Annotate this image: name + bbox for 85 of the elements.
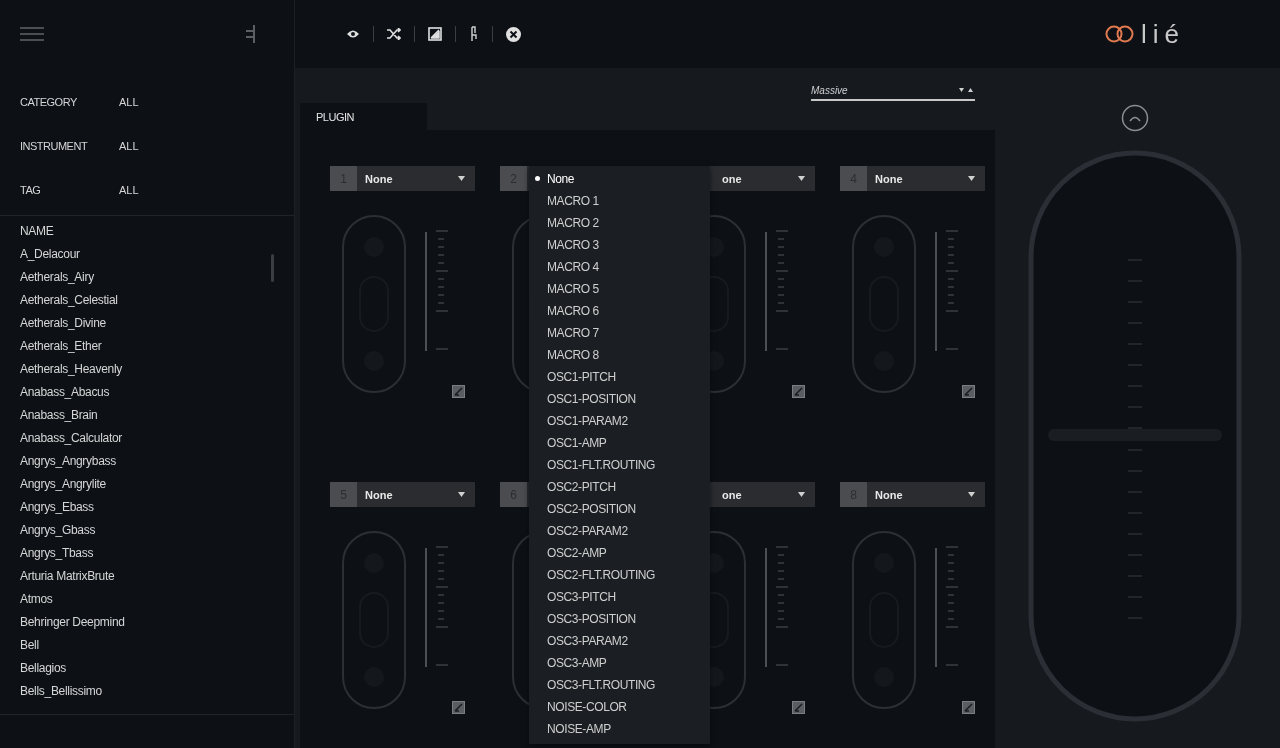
menu-item[interactable]: OSC2-PITCH [529, 476, 616, 498]
link-toggle-icon[interactable] [792, 701, 805, 714]
caret-icon [798, 176, 805, 181]
bracket-icon[interactable] [469, 26, 479, 42]
slot-value: one [722, 172, 742, 185]
checkbox-icon[interactable] [428, 27, 442, 41]
preset-item[interactable]: Anabass_Calculator [20, 427, 122, 450]
preset-dropdown[interactable]: Massive [811, 81, 975, 101]
slot-value: one [722, 488, 742, 501]
preset-item[interactable]: Bellagios [20, 657, 66, 680]
preset-item[interactable]: Arturia MatrixBrute [20, 565, 115, 588]
slot-value: None [875, 172, 903, 185]
filter-value[interactable]: ALL [119, 140, 139, 152]
plugin-tab[interactable]: PLUGIN [300, 103, 427, 130]
menu-item[interactable]: OSC3-FLT.ROUTING [529, 674, 656, 696]
column-heading: NAME [20, 223, 54, 240]
panel-toggle-icon[interactable] [244, 25, 256, 43]
menu-item[interactable]: OSC2-FLT.ROUTING [529, 564, 656, 586]
menu-item[interactable]: MACRO 4 [529, 256, 599, 278]
menu-item[interactable]: OSC3-PITCH [529, 586, 616, 608]
filter-label: TAG [20, 184, 42, 196]
slot-value: None [365, 172, 393, 185]
logo-text: lié [1141, 21, 1185, 47]
preset-item[interactable]: Anabass_Abacus [20, 381, 110, 404]
menu-item[interactable]: OSC1-PITCH [529, 366, 616, 388]
menu-item[interactable]: NOISE-COLOR [529, 696, 627, 718]
preset-item[interactable]: Angrys_Angrybass [20, 450, 116, 473]
menu-item[interactable]: OSC1-AMP [529, 432, 607, 454]
caret-icon [458, 176, 465, 181]
menu-item[interactable]: MACRO 3 [529, 234, 599, 256]
link-toggle-icon[interactable] [962, 385, 975, 398]
menu-icon[interactable] [20, 26, 44, 42]
menu-item[interactable]: MACRO 5 [529, 278, 599, 300]
preset-item[interactable]: Angrys_Ebass [20, 496, 94, 519]
gauge-icon[interactable] [1120, 104, 1149, 132]
close-icon[interactable] [506, 26, 521, 42]
linked-rings-icon [1105, 25, 1135, 43]
preset-item[interactable]: Aetherals_Ether [20, 335, 102, 358]
menu-item[interactable]: OSC3-PARAM2 [529, 630, 628, 652]
menu-item[interactable]: MACRO 8 [529, 344, 599, 366]
menu-item[interactable]: OSC3-POSITION [529, 608, 636, 630]
menu-item[interactable]: MACRO 1 [529, 190, 599, 212]
menu-item[interactable]: MACRO 6 [529, 300, 599, 322]
menu-item[interactable]: OSC1-PARAM2 [529, 410, 628, 432]
menu-item[interactable]: OSC2-POSITION [529, 498, 636, 520]
preset-item[interactable]: Atmos [20, 588, 53, 611]
link-toggle-icon[interactable] [452, 385, 465, 398]
preset-item[interactable]: Aetherals_Celestial [20, 289, 118, 312]
preset-item[interactable]: Angrys_Angrylite [20, 473, 106, 496]
caret-icon [968, 176, 975, 181]
caret-icon [458, 492, 465, 497]
preset-item[interactable]: Aetherals_Divine [20, 312, 106, 335]
menu-item[interactable]: MACRO 7 [529, 322, 599, 344]
link-toggle-icon[interactable] [452, 701, 465, 714]
filter-label: CATEGORY [20, 96, 78, 108]
preset-item[interactable]: Bells_Bellissimo [20, 680, 102, 703]
menu-item[interactable]: OSC2-AMP [529, 542, 607, 564]
menu-item[interactable]: None [529, 168, 575, 190]
slot-value: None [365, 488, 393, 501]
filter-label: INSTRUMENT [20, 140, 89, 152]
preset-item[interactable]: Angrys_Gbass [20, 519, 96, 542]
preset-item[interactable]: Aetherals_Airy [20, 266, 94, 289]
eye-icon[interactable] [346, 29, 360, 39]
preset-item[interactable]: Bell [20, 634, 39, 657]
menu-item[interactable]: MACRO 2 [529, 212, 599, 234]
filter-value[interactable]: ALL [119, 184, 139, 196]
scrollbar-thumb[interactable] [271, 254, 274, 282]
preset-item[interactable]: Angrys_Tbass [20, 542, 94, 565]
menu-item[interactable]: OSC3-AMP [529, 652, 607, 674]
menu-item[interactable]: OSC2-PARAM2 [529, 520, 628, 542]
menu-item[interactable]: NOISE-AMP [529, 718, 611, 740]
filter-value[interactable]: ALL [119, 96, 139, 108]
preset-item[interactable]: A_Delacour [20, 243, 80, 266]
menu-item[interactable]: OSC1-POSITION [529, 388, 636, 410]
caret-icon [968, 492, 975, 497]
preset-item[interactable]: Anabass_Brain [20, 404, 98, 427]
link-toggle-icon[interactable] [962, 701, 975, 714]
slot-value: None [875, 488, 903, 501]
link-toggle-icon[interactable] [792, 385, 805, 398]
menu-item[interactable]: OSC1-FLT.ROUTING [529, 454, 656, 476]
preset-item[interactable]: Behringer Deepmind [20, 611, 125, 634]
shuffle-icon[interactable] [387, 28, 401, 40]
caret-icon [798, 492, 805, 497]
preset-item[interactable]: Aetherals_Heavenly [20, 358, 122, 381]
stepper-arrows-icon[interactable] [959, 87, 973, 93]
